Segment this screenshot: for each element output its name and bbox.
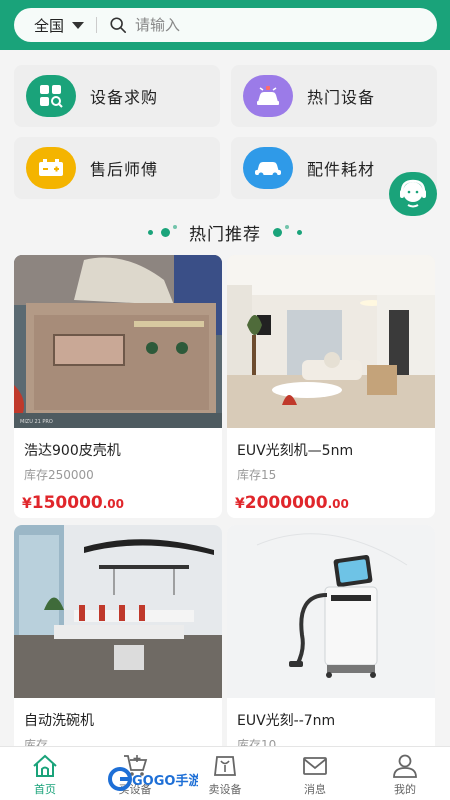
category-label: 设备求购 bbox=[90, 88, 159, 107]
nav-home[interactable]: 首页 bbox=[0, 747, 90, 800]
search-divider bbox=[96, 17, 97, 33]
product-image bbox=[14, 525, 222, 698]
section-title: 热门推荐 bbox=[189, 224, 261, 245]
product-name: 浩达900皮壳机 bbox=[24, 443, 121, 459]
search-input[interactable] bbox=[135, 16, 415, 34]
nav-profile[interactable]: 我的 bbox=[360, 747, 450, 800]
price-currency: ¥ bbox=[235, 496, 245, 512]
category-label: 热门设备 bbox=[307, 88, 376, 107]
nav-messages[interactable]: 消息 bbox=[270, 747, 360, 800]
bottom-nav: 首页 买设备 卖设备 消息 我的 bbox=[0, 746, 450, 800]
region-label: 全国 bbox=[34, 16, 65, 35]
hot-device-icon bbox=[243, 75, 293, 117]
product-card[interactable]: EUV光刻--7nm 库存10 bbox=[227, 525, 435, 765]
product-image bbox=[227, 255, 435, 428]
product-stock: 库存250000 bbox=[24, 468, 94, 482]
caret-down-icon bbox=[72, 21, 85, 29]
product-price: ¥150000.00 bbox=[14, 483, 222, 513]
product-stock: 库存15 bbox=[237, 468, 277, 482]
profile-icon bbox=[393, 754, 417, 778]
mail-icon bbox=[303, 757, 327, 775]
top-header: 全国 bbox=[0, 0, 450, 50]
product-name: EUV光刻机—5nm bbox=[237, 443, 354, 459]
product-image bbox=[227, 525, 435, 698]
product-card[interactable]: 自动洗碗机 库存 bbox=[14, 525, 222, 765]
nav-label: 消息 bbox=[304, 783, 326, 796]
region-selector[interactable]: 全国 bbox=[14, 15, 96, 36]
product-card[interactable]: MIZU 21 PRO 浩达900皮壳机 库存250000 ¥150000.00 bbox=[14, 255, 222, 518]
search-icon bbox=[110, 17, 127, 34]
decor-dots-left bbox=[148, 225, 177, 237]
product-name: 自动洗碗机 bbox=[24, 713, 94, 729]
price-integer: 150000 bbox=[31, 493, 103, 513]
decor-dots-right bbox=[273, 225, 302, 237]
nav-label: 我的 bbox=[394, 783, 416, 796]
hot-recommend-header: 热门推荐 bbox=[0, 218, 450, 246]
product-name: EUV光刻--7nm bbox=[237, 713, 336, 729]
product-image: MIZU 21 PRO bbox=[14, 255, 222, 428]
watermark-logo: GOGO手游网 bbox=[108, 767, 198, 791]
customer-service-button[interactable] bbox=[389, 172, 437, 216]
image-caption: MIZU 21 PRO bbox=[20, 419, 53, 425]
product-price: ¥2000000.00 bbox=[227, 483, 435, 513]
after-sales-icon bbox=[26, 147, 76, 189]
headset-icon bbox=[400, 179, 426, 208]
category-label: 售后师傅 bbox=[90, 160, 159, 179]
nav-label: 卖设备 bbox=[208, 783, 242, 796]
category-after-sales[interactable]: 售后师傅 bbox=[14, 137, 220, 199]
category-device-request[interactable]: 设备求购 bbox=[14, 65, 220, 127]
price-decimal: .00 bbox=[327, 497, 349, 511]
price-decimal: .00 bbox=[102, 497, 124, 511]
device-search-icon bbox=[26, 75, 76, 117]
nav-label: 首页 bbox=[34, 783, 56, 796]
home-icon bbox=[33, 754, 57, 777]
product-card[interactable]: EUV光刻机—5nm 库存15 ¥2000000.00 bbox=[227, 255, 435, 518]
parts-icon bbox=[243, 147, 293, 189]
price-integer: 2000000 bbox=[244, 493, 328, 513]
price-currency: ¥ bbox=[22, 496, 32, 512]
category-hot-devices[interactable]: 热门设备 bbox=[231, 65, 437, 127]
search-bar[interactable]: 全国 bbox=[14, 8, 437, 42]
category-label: 配件耗材 bbox=[307, 160, 376, 179]
watermark-text: GOGO手游网 bbox=[132, 773, 198, 789]
sell-icon bbox=[213, 756, 237, 776]
